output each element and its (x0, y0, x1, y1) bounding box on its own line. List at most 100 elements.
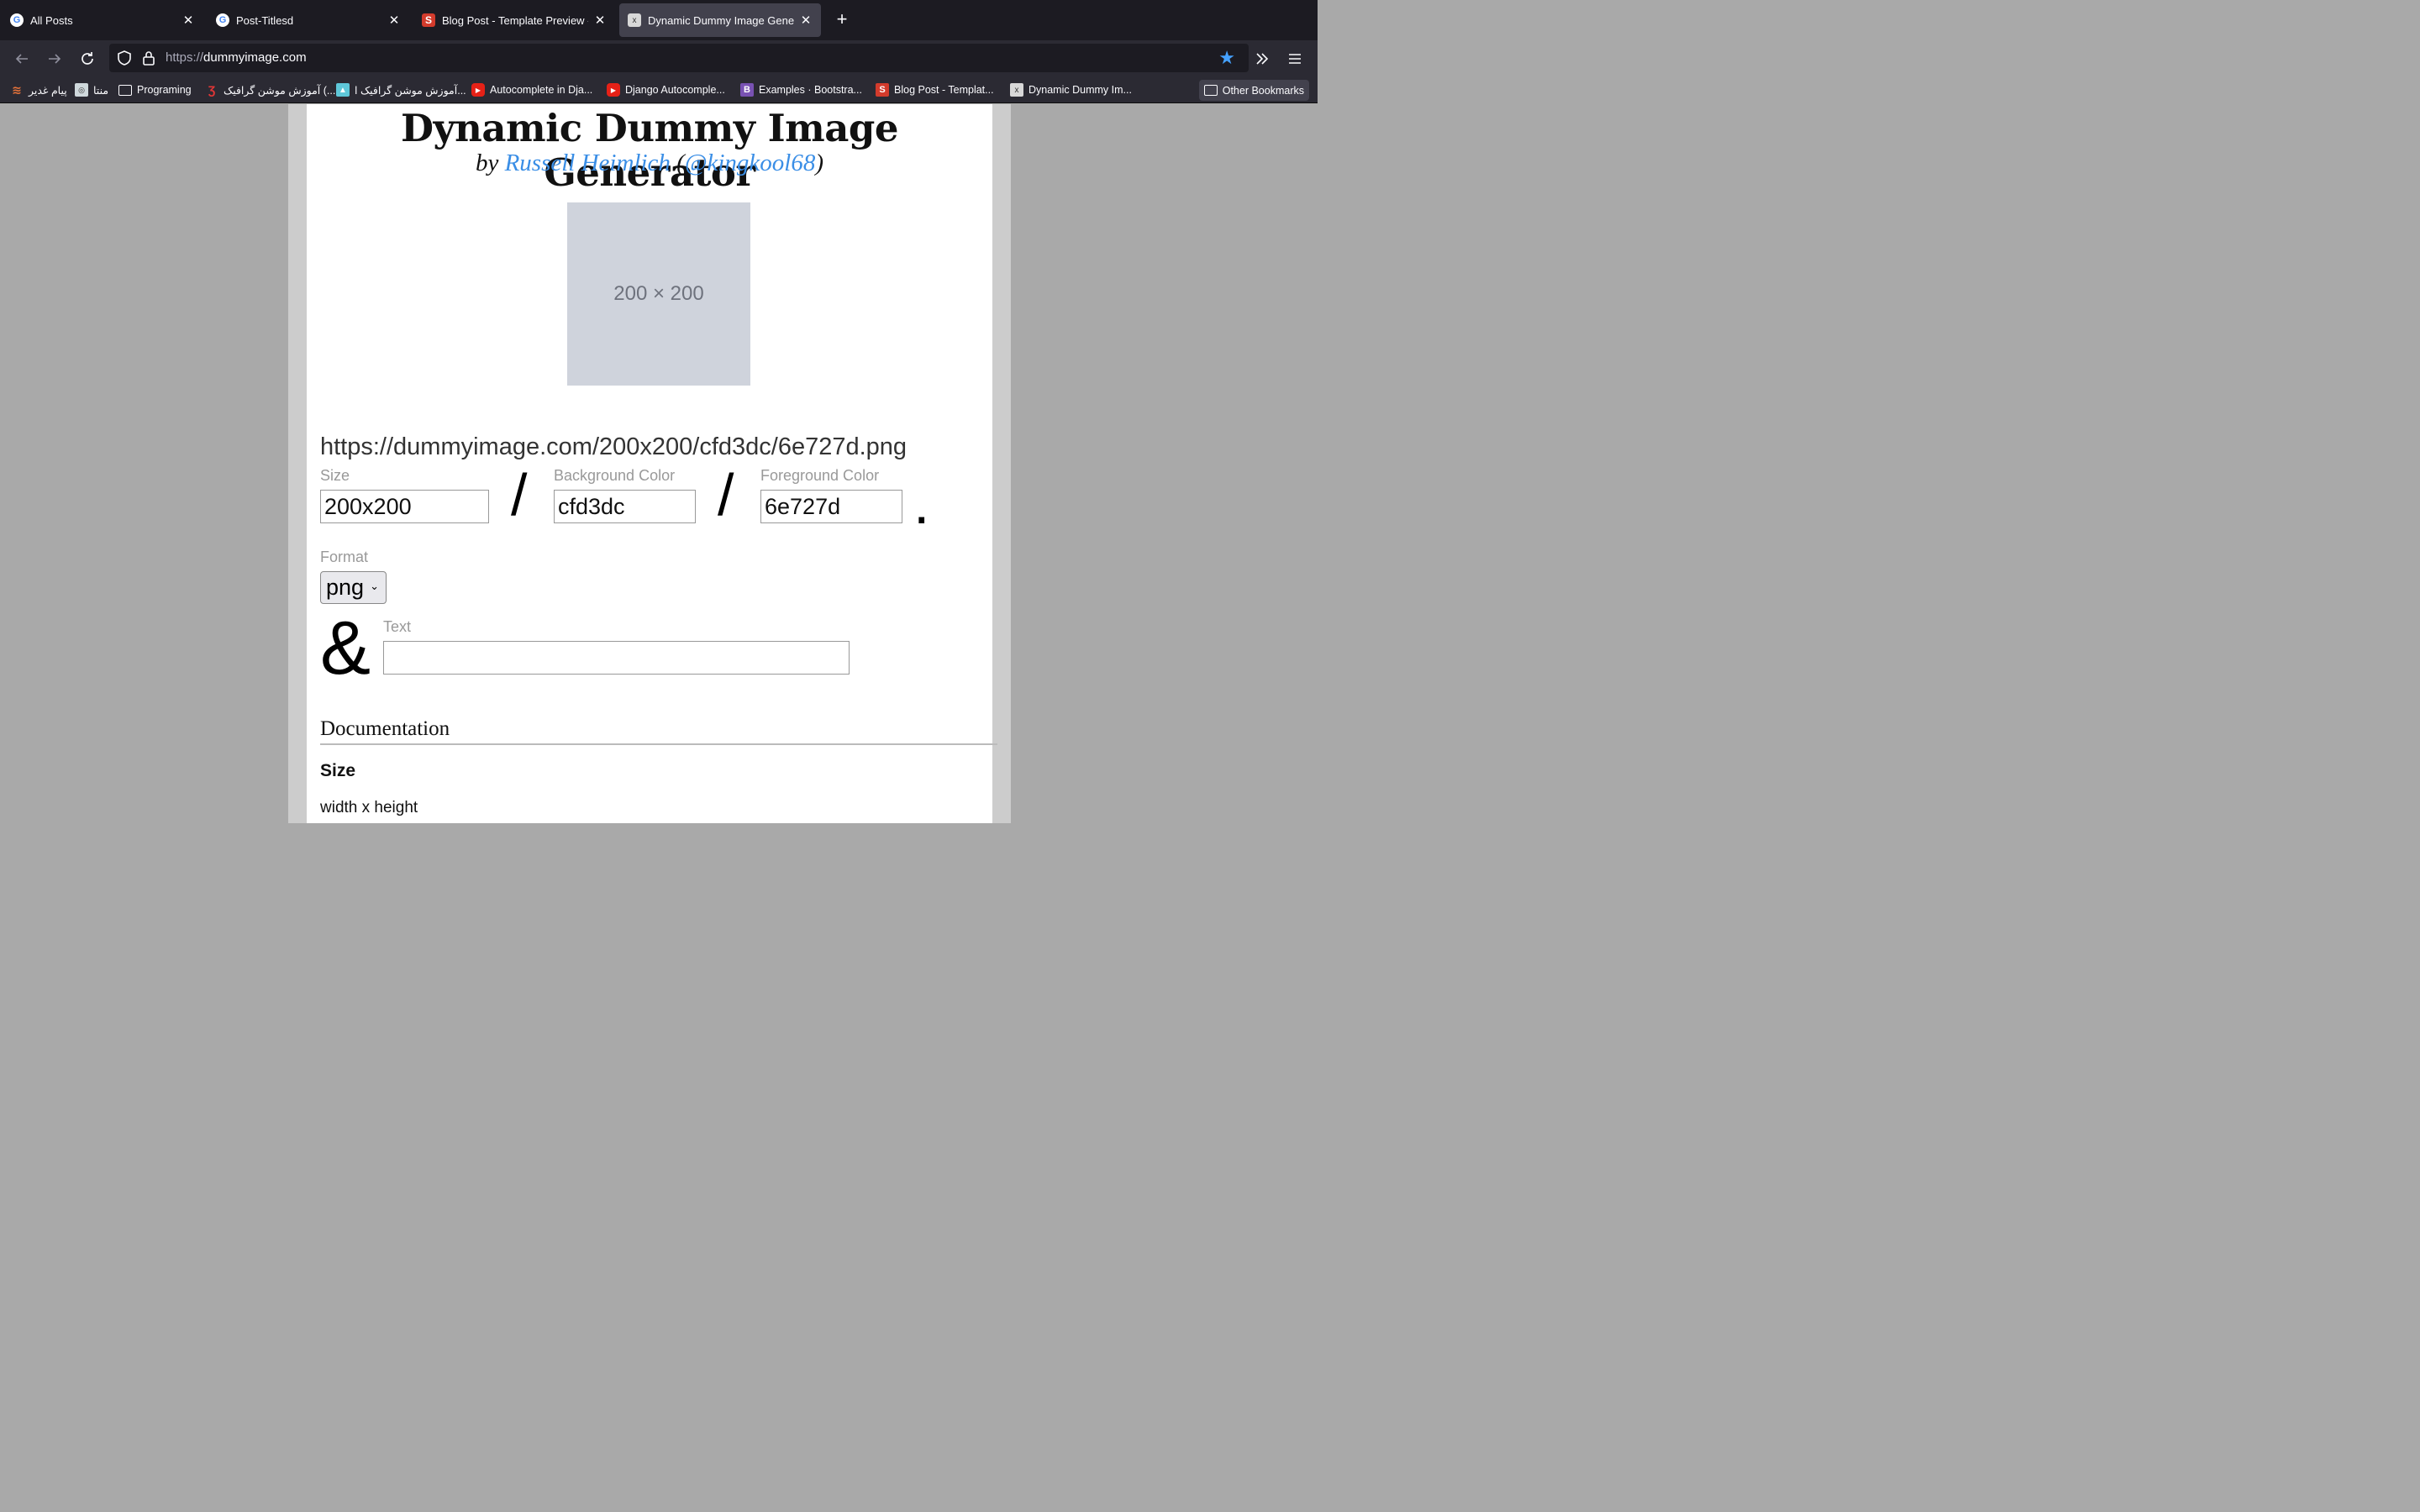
bookmark-star-icon[interactable]: ★ (1218, 48, 1235, 68)
new-tab-button[interactable]: + (832, 10, 852, 30)
preview-image-text: 200 × 200 (613, 282, 704, 305)
bookmark-folder-programing[interactable]: Programing (118, 81, 192, 98)
close-icon[interactable]: ✕ (799, 13, 813, 28)
forward-button[interactable] (44, 48, 66, 70)
youtube-icon: ▶ (607, 83, 620, 97)
format-select-value: png (326, 575, 365, 600)
back-button[interactable] (11, 48, 33, 70)
background-color-input[interactable] (554, 490, 696, 523)
url-host: dummyimage.com (203, 50, 307, 65)
url-text[interactable]: https://dummyimage.com (166, 50, 307, 65)
close-icon[interactable]: ✕ (387, 13, 401, 28)
hamburger-menu-icon (1289, 54, 1301, 64)
overflow-menu-button[interactable] (1251, 48, 1273, 70)
tab-all-posts[interactable]: G All Posts ✕ (2, 3, 203, 37)
folder-icon (118, 84, 132, 96)
author-link[interactable]: Russell Heimlich (505, 150, 671, 176)
x-icon: x (628, 13, 641, 27)
background-color-label: Background Color (554, 467, 676, 484)
bookmark-label: Blog Post - Templat... (894, 84, 994, 96)
page-frame: Dynamic Dummy Image Generator by Russell… (288, 104, 1011, 823)
bookmark-item[interactable]: B Examples · Bootstra... (740, 81, 862, 98)
red-logo-icon: Ʒ (208, 83, 216, 97)
tab-title: Blog Post - Template Preview - S (442, 13, 588, 27)
bookmark-label: منتا (93, 84, 109, 97)
bookmark-item[interactable]: x Dynamic Dummy Im... (1010, 81, 1132, 98)
google-icon: G (216, 13, 229, 27)
text-label: Text (383, 618, 412, 635)
byline-by: by (475, 150, 499, 176)
menta-icon: ◎ (75, 83, 88, 97)
folder-icon (1203, 85, 1218, 96)
bookmark-label: Django Autocomple... (625, 84, 725, 96)
google-icon: G (10, 13, 24, 27)
bootstrap-icon: B (740, 83, 754, 97)
format-label: Format (320, 549, 369, 565)
paren-close: ) (815, 150, 824, 176)
reload-button[interactable] (76, 48, 98, 70)
documentation-heading: Documentation (320, 717, 450, 740)
bookmark-item[interactable]: S Blog Post - Templat... (876, 81, 994, 98)
period-separator: . (913, 470, 930, 536)
tab-blog-post-template[interactable]: S Blog Post - Template Preview - S ✕ (413, 3, 615, 37)
preview-image: 200 × 200 (567, 202, 750, 386)
lock-icon[interactable] (141, 50, 156, 66)
page-content: Dynamic Dummy Image Generator by Russell… (307, 104, 997, 823)
foreground-color-input[interactable] (760, 490, 902, 523)
ampersand-separator: & (320, 606, 371, 690)
bookmark-item[interactable]: ≋ پیام غدیر (10, 81, 67, 98)
tab-title: Dynamic Dummy Image Generat (648, 13, 794, 27)
chevron-down-icon: ⌄ (370, 580, 379, 592)
size-label: Size (320, 467, 350, 484)
paren-open: ( (676, 150, 685, 176)
orange-s-icon: ≋ (12, 82, 22, 97)
bookmark-label: Programing (137, 84, 192, 96)
bookmarks-toolbar: ≋ پیام غدیر ◎ منتا Programing Ʒ آموزش مو… (0, 76, 1318, 103)
byline: by Russell Heimlich (@kingkool68) (307, 150, 992, 177)
app-menu-button[interactable] (1284, 48, 1306, 70)
text-input[interactable] (383, 641, 850, 675)
tab-title: All Posts (30, 13, 73, 27)
tab-title: Post-Titlesd (236, 13, 294, 27)
bookmark-label: Autocomplete in Dja... (490, 84, 593, 96)
size-input[interactable] (320, 490, 489, 523)
bookmark-label: آموزش موشن گرافیک (... (224, 84, 336, 97)
reload-icon (82, 52, 93, 65)
page-viewport: Dynamic Dummy Image Generator by Russell… (0, 104, 1318, 823)
address-bar[interactable]: https://dummyimage.com ★ (109, 44, 1249, 72)
bookmark-label: Dynamic Dummy Im... (1028, 84, 1132, 96)
close-icon[interactable]: ✕ (182, 13, 195, 28)
bookmark-label: Examples · Bootstra... (759, 84, 862, 96)
s-icon: S (422, 13, 435, 27)
tab-post-titlesd[interactable]: G Post-Titlesd ✕ (208, 3, 409, 37)
tab-bar: G All Posts ✕ G Post-Titlesd ✕ S Blog Po… (0, 0, 1318, 40)
x-icon: x (1010, 83, 1023, 97)
other-bookmarks-button[interactable]: Other Bookmarks (1198, 80, 1309, 101)
double-chevron-right-icon (1256, 53, 1269, 65)
bookmark-label: پیام غدیر (29, 84, 67, 97)
close-icon[interactable]: ✕ (593, 13, 607, 28)
foreground-color-label: Foreground Color (760, 467, 880, 484)
bookmark-item[interactable]: ▲ آموزش موشن گرافیک ا... (336, 81, 466, 98)
bookmark-item[interactable]: Ʒ آموزش موشن گرافیک (... (205, 81, 336, 98)
size-doc-heading: Size (320, 761, 356, 780)
generated-url[interactable]: https://dummyimage.com/200x200/cfd3dc/6e… (320, 433, 907, 461)
shield-icon[interactable] (116, 50, 133, 66)
other-bookmarks-label: Other Bookmarks (1222, 84, 1304, 97)
tab-dynamic-dummy-image[interactable]: x Dynamic Dummy Image Generat ✕ (619, 3, 821, 37)
bookmark-item[interactable]: ◎ منتا (75, 81, 108, 98)
url-scheme: https:// (166, 50, 204, 65)
slash-separator: / (511, 462, 528, 528)
twitter-handle-link[interactable]: @kingkool68 (685, 150, 816, 176)
format-select[interactable]: png ⌄ (320, 571, 387, 604)
forward-arrow-icon (49, 54, 61, 64)
bookmark-item[interactable]: ▶ Django Autocomple... (607, 81, 725, 98)
size-doc-text: width x height (320, 799, 418, 816)
bookmark-label: آموزش موشن گرافیک ا... (355, 84, 466, 97)
slash-separator: / (718, 462, 734, 528)
bookmark-item[interactable]: ▶ Autocomplete in Dja... (471, 81, 592, 98)
documentation-divider (320, 743, 997, 745)
navigation-bar: https://dummyimage.com ★ (0, 40, 1318, 76)
teal-icon: ▲ (336, 83, 350, 97)
youtube-icon: ▶ (471, 83, 485, 97)
